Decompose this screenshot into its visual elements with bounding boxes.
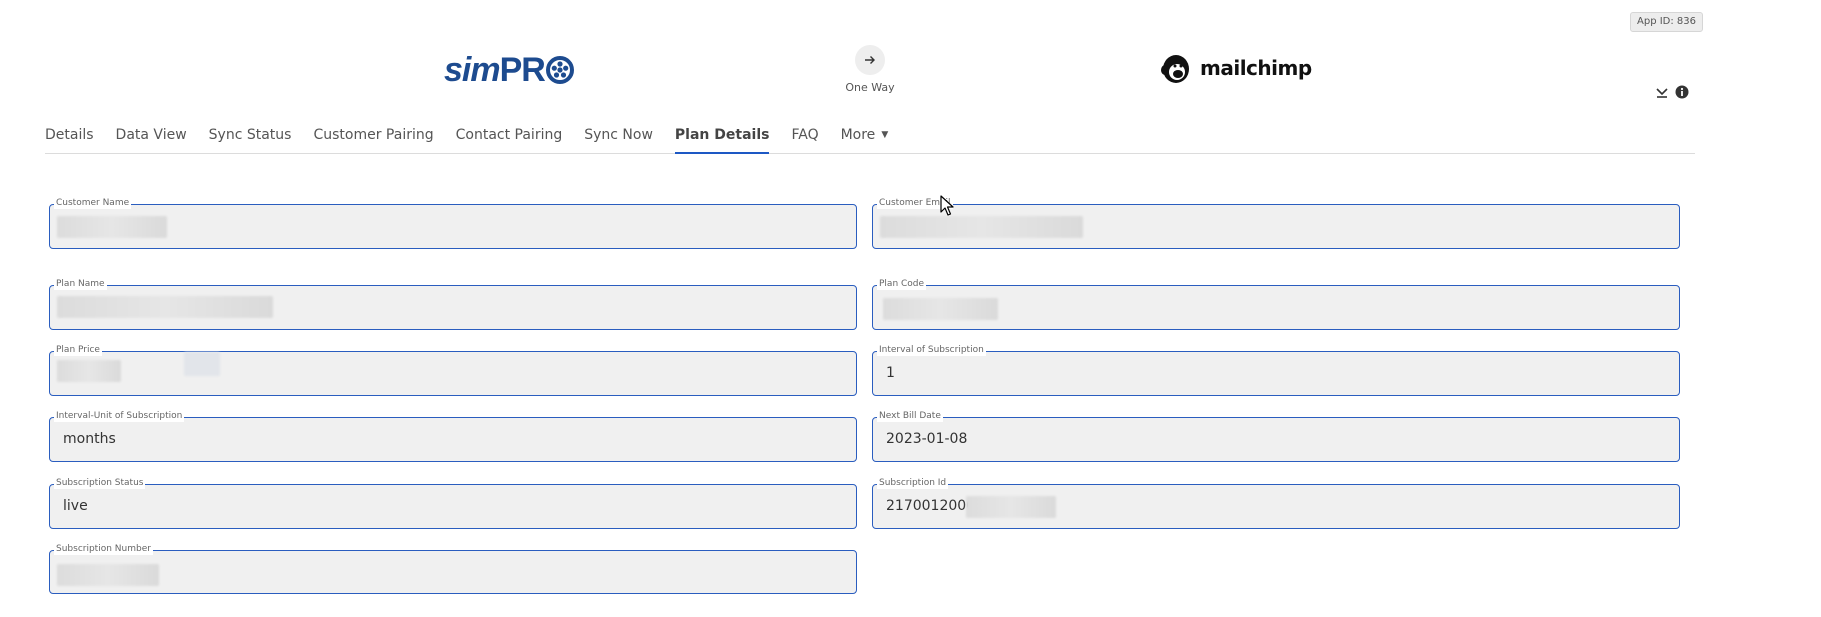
customer-name-label: Customer Name	[54, 197, 132, 209]
tab-customer-pairing[interactable]: Customer Pairing	[313, 122, 433, 154]
redacted-value	[57, 360, 121, 382]
tab-contact-pairing[interactable]: Contact Pairing	[456, 122, 563, 154]
download-icon[interactable]	[1654, 84, 1670, 100]
next-bill-date-field[interactable]: Next Bill Date 2023-01-08	[872, 410, 1680, 462]
redacted-value	[57, 296, 273, 318]
caret-down-icon: ▼	[881, 130, 889, 140]
nav-tabs: Details Data View Sync Status Customer P…	[45, 122, 1695, 154]
subscription-id-label: Subscription Id	[877, 477, 949, 489]
tab-data-view[interactable]: Data View	[116, 122, 187, 154]
plan-price-label: Plan Price	[54, 344, 102, 356]
simpro-logo: sim PR	[444, 50, 574, 90]
tab-plan-details[interactable]: Plan Details	[674, 122, 770, 154]
redacted-value	[184, 352, 220, 376]
mouse-cursor-icon	[940, 195, 954, 216]
interval-unit-field[interactable]: Interval-Unit of Subscription months	[49, 410, 857, 462]
next-bill-date-value: 2023-01-08	[886, 431, 968, 447]
customer-email-field[interactable]: Customer Email	[872, 197, 1680, 249]
interval-field[interactable]: Interval of Subscription 1	[872, 344, 1680, 396]
next-bill-date-label: Next Bill Date	[877, 410, 943, 422]
tab-more[interactable]: More ▼	[841, 122, 889, 154]
header-actions	[1654, 84, 1690, 100]
mailchimp-wordmark: mailchimp	[1200, 56, 1312, 80]
mailchimp-logo: mailchimp	[1158, 48, 1312, 88]
redacted-value	[883, 298, 998, 320]
interval-unit-value: months	[63, 431, 116, 447]
app-id-badge: App ID: 836	[1630, 12, 1703, 32]
subscription-id-field[interactable]: Subscription Id 21700120000	[872, 477, 1680, 529]
subscription-status-label: Subscription Status	[54, 477, 146, 489]
mailchimp-monkey-icon	[1161, 55, 1189, 83]
plan-name-label: Plan Name	[54, 278, 107, 290]
subscription-number-label: Subscription Number	[54, 543, 153, 555]
sync-direction: One Way	[845, 45, 895, 94]
tab-sync-now[interactable]: Sync Now	[584, 122, 653, 154]
subscription-status-field[interactable]: Subscription Status live	[49, 477, 857, 529]
redacted-value	[57, 216, 167, 238]
redacted-value	[880, 216, 1083, 238]
tab-sync-status[interactable]: Sync Status	[209, 122, 292, 154]
redacted-value	[57, 564, 159, 586]
subscription-status-value: live	[63, 498, 88, 514]
redacted-value	[966, 496, 1056, 518]
interval-value: 1	[886, 365, 895, 381]
plan-price-field[interactable]: Plan Price	[49, 344, 857, 396]
gear-icon	[545, 56, 574, 84]
tab-details[interactable]: Details	[45, 122, 94, 154]
interval-unit-label: Interval-Unit of Subscription	[54, 410, 185, 422]
subscription-number-field[interactable]: Subscription Number	[49, 543, 857, 594]
info-icon[interactable]	[1674, 84, 1690, 100]
tab-more-label: More	[840, 127, 876, 143]
sync-direction-label: One Way	[845, 81, 895, 94]
plan-code-label: Plan Code	[877, 278, 927, 290]
customer-name-field[interactable]: Customer Name	[49, 197, 857, 249]
interval-label: Interval of Subscription	[877, 344, 986, 356]
plan-name-field[interactable]: Plan Name	[49, 278, 857, 330]
tab-faq[interactable]: FAQ	[791, 122, 818, 154]
plan-code-field[interactable]: Plan Code	[872, 278, 1680, 330]
arrow-right-icon[interactable]	[855, 45, 885, 75]
